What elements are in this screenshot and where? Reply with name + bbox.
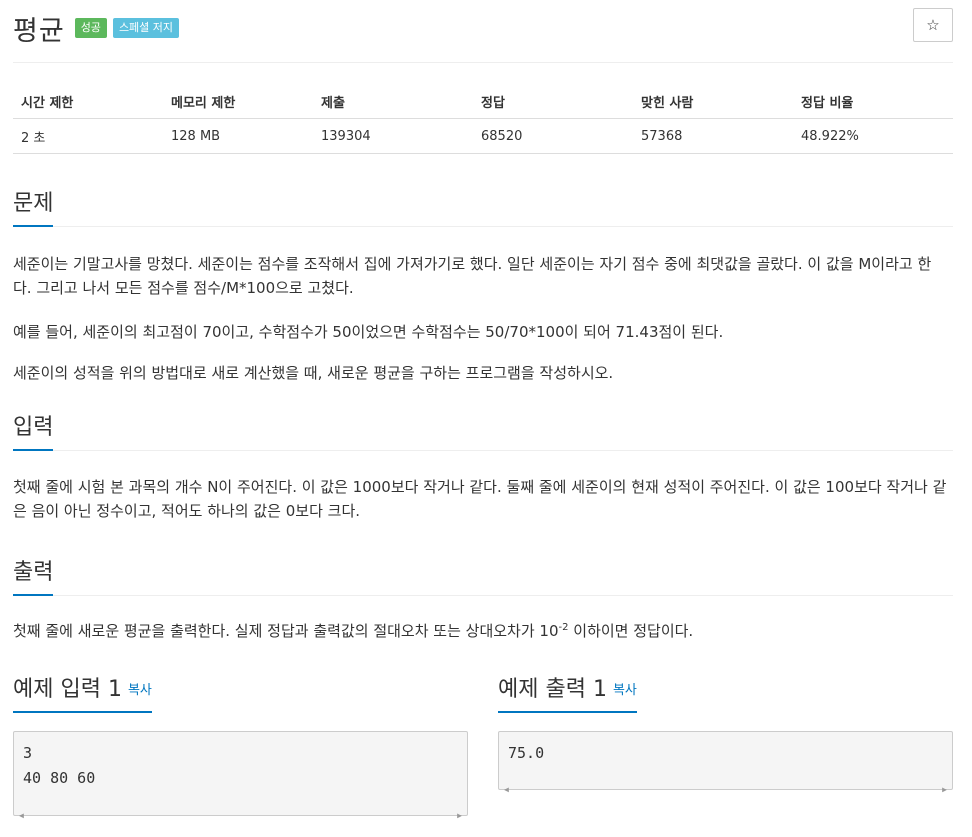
value-submissions: 139304 bbox=[313, 118, 473, 154]
output-heading: 출력 bbox=[13, 554, 54, 596]
header-accepted: 정답 bbox=[473, 84, 633, 119]
header-memory-limit: 메모리 제한 bbox=[163, 84, 313, 119]
scroll-left-icon[interactable]: ◀ bbox=[19, 803, 24, 828]
input-heading: 입력 bbox=[13, 409, 54, 451]
output-text: 첫째 줄에 새로운 평균을 출력한다. 실제 정답과 출력값의 절대오차 또는 … bbox=[13, 622, 559, 640]
problem-title: 평균 bbox=[13, 15, 65, 47]
copy-sample-input-button[interactable]: 복사 bbox=[128, 683, 152, 698]
problem-info-table: 시간 제한 메모리 제한 제출 정답 맞힌 사람 정답 비율 2 초 128 M… bbox=[13, 84, 953, 154]
input-description: 첫째 줄에 시험 본 과목의 개수 N이 주어진다. 이 값은 1000보다 작… bbox=[13, 478, 947, 520]
output-section-header: 출력 bbox=[13, 554, 953, 596]
description-heading: 문제 bbox=[13, 185, 54, 227]
favorite-star-button[interactable]: ☆ bbox=[913, 8, 953, 42]
description-paragraph: 세준이의 성적을 위의 방법대로 새로 계산했을 때, 새로운 평균을 구하는 … bbox=[13, 364, 614, 382]
sample-input-heading: 예제 입력 1 bbox=[13, 677, 122, 702]
description-section-header: 문제 bbox=[13, 185, 953, 227]
value-memory-limit: 128 MB bbox=[163, 118, 313, 154]
sample-input-box[interactable]: 3 40 80 60 ◀ ▶ bbox=[13, 731, 468, 820]
sample-output-content: 75.0 bbox=[508, 744, 545, 762]
header-accept-ratio: 정답 비율 bbox=[793, 84, 953, 119]
horizontal-scrollbar[interactable]: ◀ ▶ bbox=[15, 802, 466, 820]
table-header-row: 시간 제한 메모리 제한 제출 정답 맞힌 사람 정답 비율 bbox=[13, 84, 953, 119]
sample-input-heading-wrap: 예제 입력 1 복사 bbox=[13, 671, 152, 713]
output-text-end: 이하이면 정답이다. bbox=[568, 622, 694, 640]
sample-output-header: 예제 출력 1 복사 bbox=[498, 671, 637, 713]
header-submissions: 제출 bbox=[313, 84, 473, 119]
value-accept-ratio: 48.922% bbox=[793, 118, 953, 154]
output-description: 첫째 줄에 새로운 평균을 출력한다. 실제 정답과 출력값의 절대오차 또는 … bbox=[13, 619, 948, 643]
header-solved-users: 맞힌 사람 bbox=[633, 84, 793, 119]
sample-output-heading: 예제 출력 1 bbox=[498, 677, 607, 702]
divider bbox=[13, 62, 953, 63]
sample-input-header: 예제 입력 1 복사 bbox=[13, 671, 152, 713]
title-row: 평균 성공 스페셜 저지 bbox=[13, 8, 180, 48]
scroll-right-icon[interactable]: ▶ bbox=[942, 777, 947, 802]
success-badge: 성공 bbox=[74, 18, 107, 38]
table-row: 2 초 128 MB 139304 68520 57368 48.922% bbox=[13, 118, 953, 154]
star-icon: ☆ bbox=[926, 16, 940, 34]
value-time-limit: 2 초 bbox=[13, 118, 163, 154]
scroll-left-icon[interactable]: ◀ bbox=[504, 777, 509, 802]
horizontal-scrollbar[interactable]: ◀ ▶ bbox=[500, 776, 951, 794]
description-paragraph: 세준이는 기말고사를 망쳤다. 세준이는 점수를 조작해서 집에 가져가기로 했… bbox=[13, 255, 932, 297]
header-time-limit: 시간 제한 bbox=[13, 84, 163, 119]
special-judge-badge: 스페셜 저지 bbox=[112, 18, 180, 38]
value-solved-users: 57368 bbox=[633, 118, 793, 154]
input-section-header: 입력 bbox=[13, 409, 953, 451]
exponent: -2 bbox=[558, 622, 569, 633]
sample-output-heading-wrap: 예제 출력 1 복사 bbox=[498, 671, 637, 713]
description-paragraph: 예를 들어, 세준이의 최고점이 70이고, 수학점수가 50이었으면 수학점수… bbox=[13, 323, 724, 341]
scroll-right-icon[interactable]: ▶ bbox=[457, 803, 462, 828]
copy-sample-output-button[interactable]: 복사 bbox=[613, 683, 637, 698]
sample-input-content: 3 40 80 60 bbox=[23, 744, 96, 787]
value-accepted: 68520 bbox=[473, 118, 633, 154]
sample-output-box[interactable]: 75.0 ◀ ▶ bbox=[498, 731, 953, 794]
